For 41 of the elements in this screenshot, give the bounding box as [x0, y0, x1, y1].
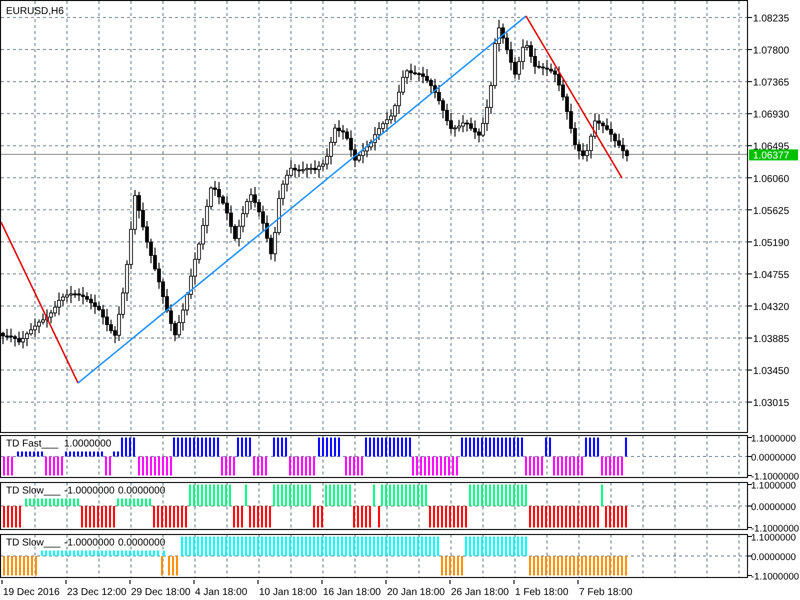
indicator-axis-label: 1.1000000 [751, 532, 796, 544]
time-label: 19 Dec 2016 [3, 587, 60, 598]
indicator-value: 1.0000000 [64, 438, 112, 450]
price-label: 1.08235 [753, 14, 790, 24]
current-price-label: 1.06377 [749, 149, 798, 162]
indicator-axis-label: 1.1000000 [751, 480, 796, 492]
time-label: 4 Jan 18:00 [195, 587, 248, 598]
price-label: 1.03015 [753, 398, 790, 410]
time-label: 29 Dec 18:00 [131, 587, 190, 598]
indicator-value: 0.0000000 [118, 486, 166, 496]
indicator-axis-label: 0.0000000 [751, 502, 796, 513]
time-label: 20 Jan 18:00 [387, 587, 445, 598]
indicator-name: TD Fast___ [6, 438, 58, 450]
time-label: 26 Jan 18:00 [451, 587, 509, 598]
price-label: 1.07365 [753, 78, 790, 89]
price-label: 1.06930 [753, 110, 790, 121]
indicator-value: 0.0000000 [118, 538, 166, 548]
price-label: 1.07800 [753, 46, 790, 57]
indicator-axis-label: 1.1000000 [751, 434, 796, 444]
time-label: 16 Jan 18:00 [323, 587, 381, 598]
indicator-axis-label: -1.1000000 [751, 572, 800, 580]
indicator-axis-label: -1.1000000 [751, 472, 800, 480]
indicator-axis-label: 0.0000000 [751, 452, 796, 464]
price-label: 1.04755 [753, 270, 790, 281]
indicator-axis-label: -1.1000000 [751, 524, 800, 532]
price-label: 1.05190 [753, 238, 790, 249]
indicator-name: TD Slow___ [6, 486, 60, 496]
price-label: 1.05625 [753, 206, 790, 217]
chart-title: EURUSD,H6 [6, 6, 64, 17]
indicator-name: TD Slow___ [6, 538, 60, 548]
time-label: 7 Feb 18:00 [579, 587, 632, 598]
indicator-axis-label: 0.0000000 [751, 552, 796, 563]
indicator-value: -1.0000000 [64, 538, 115, 548]
time-label: 10 Jan 18:00 [259, 587, 317, 598]
price-label: 1.06060 [753, 174, 790, 185]
price-label: 1.03450 [753, 366, 790, 378]
price-label: 1.03885 [753, 334, 790, 345]
time-label: 23 Dec 12:00 [67, 587, 126, 598]
time-label: 1 Feb 18:00 [515, 587, 568, 598]
indicator-value: -1.0000000 [64, 486, 115, 496]
price-label: 1.04320 [753, 302, 790, 313]
